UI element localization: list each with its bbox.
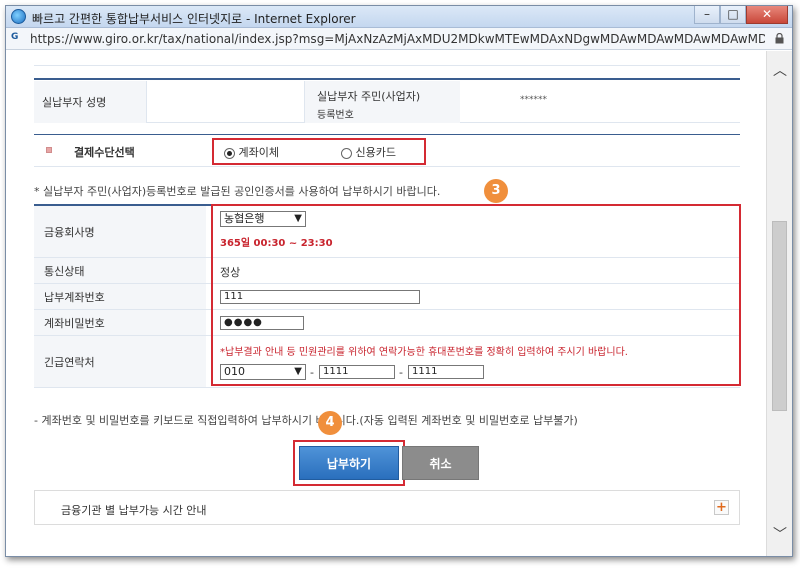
payment-method-label: 결제수단선택	[74, 146, 135, 159]
url-text[interactable]: https://www.giro.or.kr/tax/national/inde…	[30, 32, 765, 46]
bank-label: 금융회사명	[34, 206, 206, 257]
scroll-up-icon[interactable]: ︿	[773, 64, 787, 78]
step-4-badge: 4	[318, 411, 342, 435]
page-content: 실납부자 성명 실납부자 주민(사업자) 등록번호 ****** 결제수단선택 …	[6, 51, 766, 556]
window-controls: – □ ✕	[694, 6, 788, 24]
page-icon: G	[11, 32, 19, 42]
communication-label: 통신상태	[34, 258, 206, 283]
payer-id-label: 실납부자 주민(사업자)	[317, 90, 421, 103]
internet-explorer-icon	[11, 9, 26, 24]
step-3-badge: 3	[484, 179, 508, 203]
keyboard-notice: - 계좌번호 및 비밀번호를 키보드로 직접입력하여 납부하시기 바랍니다.(자…	[34, 414, 578, 427]
contact-label: 긴급연락처	[34, 336, 206, 387]
payer-id-label-cell: 실납부자 주민(사업자) 등록번호	[304, 81, 460, 123]
payer-id-value: ******	[520, 95, 547, 105]
payment-form-table: 금융회사명 농협은행 ▼ 365일 00:30 ~ 23:30 통신상태 정상 …	[34, 204, 741, 388]
lock-icon	[775, 33, 784, 44]
section-divider	[34, 78, 740, 80]
hours-guide-panel[interactable]: 금융기관 별 납부가능 시간 안내 +	[34, 490, 740, 525]
expand-plus-icon[interactable]: +	[714, 500, 729, 515]
payer-id-label-sub: 등록번호	[317, 110, 354, 121]
payer-name-value	[146, 81, 304, 123]
radio-unselected-icon[interactable]	[341, 147, 352, 159]
minimize-button[interactable]: –	[694, 6, 720, 24]
account-label: 납부계좌번호	[34, 284, 206, 309]
cancel-button[interactable]: 취소	[402, 446, 479, 480]
close-button[interactable]: ✕	[746, 6, 788, 24]
bullet-icon	[46, 147, 52, 153]
radio-account-transfer-label: 계좌이체	[238, 146, 279, 159]
payer-name-label: 실납부자 성명	[42, 96, 107, 109]
scroll-down-icon[interactable]: ﹀	[773, 528, 787, 542]
hours-guide-title: 금융기관 별 납부가능 시간 안내	[61, 504, 207, 517]
payer-info-row: 실납부자 성명 실납부자 주민(사업자) 등록번호 ******	[34, 81, 740, 123]
form-highlight	[211, 204, 741, 386]
certificate-notice: * 실납부자 주민(사업자)등록번호로 발급된 공인인증서를 사용하여 납부하시…	[34, 185, 441, 198]
radio-selected-icon[interactable]	[224, 147, 235, 159]
password-label: 계좌비밀번호	[34, 310, 206, 335]
window-title: 빠르고 간편한 통합납부서비스 인터넷지로 - Internet Explore…	[32, 12, 356, 26]
radio-credit-card[interactable]: 신용카드	[341, 144, 396, 160]
pay-button[interactable]: 납부하기	[299, 446, 399, 480]
title-bar: 빠르고 간편한 통합납부서비스 인터넷지로 - Internet Explore…	[6, 6, 792, 28]
radio-credit-card-label: 신용카드	[355, 146, 396, 159]
maximize-button[interactable]: □	[720, 6, 746, 24]
payer-name-label-cell: 실납부자 성명	[34, 81, 146, 123]
scrollbar-thumb[interactable]	[772, 221, 787, 411]
radio-account-transfer[interactable]: 계좌이체	[224, 144, 279, 160]
cut-off-row	[34, 51, 740, 66]
payment-method-row: 결제수단선택 계좌이체 신용카드	[34, 135, 740, 167]
address-bar[interactable]: G https://www.giro.or.kr/tax/national/in…	[6, 28, 792, 50]
vertical-scrollbar[interactable]: ︿ ﹀	[766, 51, 792, 556]
browser-window: 빠르고 간편한 통합납부서비스 인터넷지로 - Internet Explore…	[5, 5, 793, 557]
